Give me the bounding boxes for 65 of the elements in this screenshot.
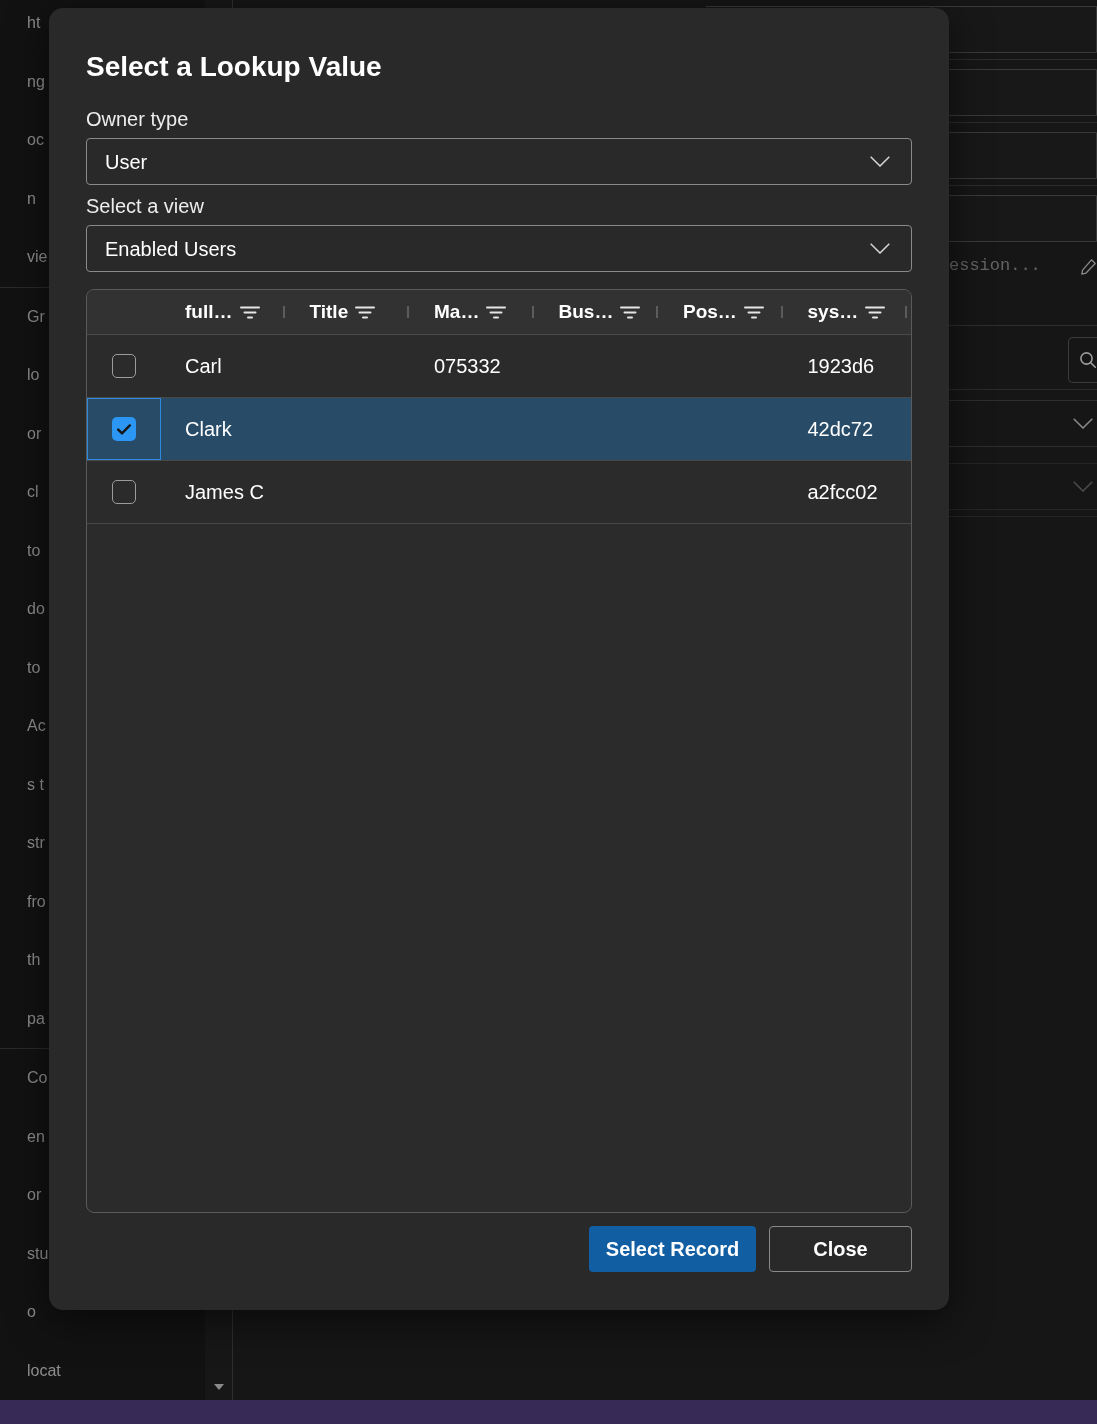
table-cell-text: 075332 (434, 354, 501, 379)
column-header[interactable]: Ma… (434, 300, 507, 324)
field-label: Owner type (86, 107, 189, 132)
row-checkbox[interactable] (112, 354, 136, 378)
sidebar-item[interactable]: stu (27, 1243, 49, 1264)
sidebar-item[interactable]: Ac (27, 716, 46, 737)
sidebar-item[interactable]: s t (27, 774, 44, 795)
table-cell-text: a2fcc02 (807, 480, 878, 505)
sidebar-item[interactable]: ng (27, 71, 45, 92)
filter-icon (865, 305, 886, 319)
search-button[interactable] (1068, 337, 1097, 383)
sidebar-item[interactable]: str (27, 833, 45, 854)
sidebar-item[interactable]: to (27, 540, 41, 561)
sidebar-item[interactable]: oc (27, 130, 44, 151)
sidebar-item[interactable]: o (27, 1302, 36, 1323)
sidebar-item[interactable]: fro (27, 891, 46, 912)
filter-icon (355, 305, 376, 319)
filter-icon (620, 305, 641, 319)
table-cell-text: 1923d6 (807, 354, 875, 379)
row-checkbox[interactable] (112, 417, 136, 441)
sidebar-item[interactable]: pa (27, 1008, 45, 1029)
search-icon (1080, 352, 1096, 368)
check-icon (117, 423, 131, 435)
dialog-title: Select a Lookup Value (86, 50, 382, 84)
column-header[interactable]: sys… (807, 300, 886, 324)
table-cell-text: James C (185, 480, 264, 505)
sidebar-item[interactable]: vie (27, 247, 48, 268)
sidebar-item[interactable]: th (27, 950, 41, 971)
sidebar-item[interactable]: to (27, 657, 41, 678)
dropdown-field[interactable]: User (86, 138, 912, 185)
secondary-button[interactable]: Close (769, 1226, 912, 1272)
pencil-icon[interactable] (1081, 259, 1096, 275)
chevron-down-icon (1073, 418, 1093, 429)
column-header[interactable]: Bus… (558, 300, 641, 324)
table-cell-text: Carl (185, 354, 222, 379)
sidebar-item[interactable]: cl (27, 482, 39, 503)
column-header[interactable]: Title (309, 300, 376, 324)
field-placeholder: ession... (949, 256, 1041, 276)
chevron-down-icon (1073, 481, 1093, 492)
table-cell-text: Clark (185, 417, 232, 442)
sidebar-item[interactable]: do (27, 599, 45, 620)
filter-icon (743, 305, 764, 319)
sidebar-item[interactable]: n (27, 188, 36, 209)
table-cell-text: 42dc72 (807, 417, 874, 442)
filter-icon (486, 305, 507, 319)
sidebar-item[interactable]: lo (27, 365, 40, 386)
table-row[interactable]: James C a2fcc02 (87, 461, 911, 524)
triangle-down-icon[interactable] (213, 1384, 224, 1390)
sidebar-item[interactable]: locat (27, 1360, 61, 1381)
table-row[interactable]: Clark 42dc72 (87, 398, 911, 461)
chevron-down-icon (870, 156, 890, 167)
column-header[interactable]: full… (185, 300, 260, 324)
dropdown-field[interactable]: Enabled Users (86, 225, 912, 272)
sidebar-item[interactable]: or (27, 423, 42, 444)
primary-button[interactable]: Select Record (589, 1226, 756, 1272)
column-header[interactable]: Pos… (683, 300, 764, 324)
sidebar-item[interactable]: Co (27, 1068, 48, 1089)
sidebar-item[interactable]: Gr (27, 306, 45, 327)
sidebar-item[interactable]: ht (27, 13, 41, 34)
chevron-down-icon (870, 243, 890, 254)
sidebar-item[interactable]: en (27, 1126, 45, 1147)
row-checkbox[interactable] (112, 480, 136, 504)
filter-icon (239, 305, 260, 319)
field-label: Select a view (86, 194, 204, 219)
sidebar-item[interactable]: or (27, 1185, 42, 1206)
